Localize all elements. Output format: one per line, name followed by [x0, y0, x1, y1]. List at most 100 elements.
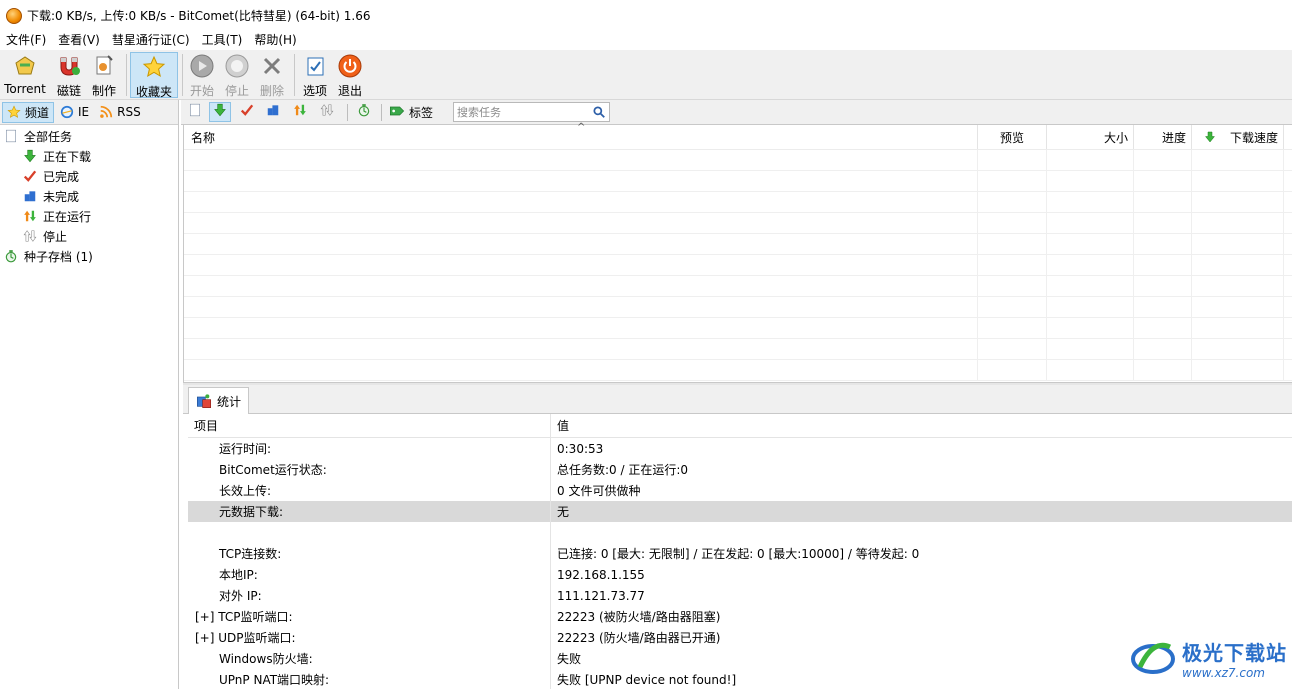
stat-key-expandable[interactable]: [+] TCP监听端口: — [188, 606, 551, 627]
stat-key: 本地IP: — [188, 564, 551, 585]
tree-item-all-tasks[interactable]: 全部任务 — [0, 126, 178, 146]
tag-label: 标签 — [409, 105, 434, 120]
header-value[interactable]: 值 — [551, 414, 569, 437]
filter-completed-button[interactable] — [236, 102, 258, 122]
incomplete-icon — [23, 189, 37, 203]
menu-passport[interactable]: 彗星通行证(C) — [106, 31, 196, 50]
search-icon[interactable] — [592, 105, 606, 119]
filter-downloading-button[interactable] — [209, 102, 231, 122]
delete-button[interactable]: 删除 — [257, 52, 287, 98]
options-button[interactable]: 选项 — [300, 52, 330, 98]
stop-button[interactable]: 停止 — [222, 52, 252, 98]
checkmark-icon — [240, 103, 254, 121]
tag-button[interactable]: 标签 — [389, 102, 433, 122]
empty-row — [184, 339, 1292, 360]
incomplete-icon — [266, 103, 280, 121]
torrent-archive-icon — [4, 249, 18, 263]
tab-rss[interactable]: RSS — [95, 102, 145, 123]
tree-item-running[interactable]: 正在运行 — [0, 206, 178, 226]
ie-icon — [60, 105, 74, 119]
make-torrent-button[interactable]: 制作 — [89, 52, 119, 98]
column-preview[interactable]: 预览 — [978, 125, 1047, 149]
stat-value: 192.168.1.155 — [557, 567, 645, 582]
stat-value: 22223 (被防火墙/路由器阻塞) — [557, 610, 721, 624]
tree-item-incomplete[interactable]: 未完成 — [0, 186, 178, 206]
header-item[interactable]: 项目 — [188, 414, 551, 437]
stat-row-external-ip[interactable]: 对外 IP: 111.121.73.77 — [188, 585, 1292, 606]
start-button[interactable]: 开始 — [187, 52, 217, 98]
statistics-header: 项目 值 — [188, 414, 1292, 438]
checkmark-icon — [23, 169, 37, 183]
stat-row-status[interactable]: BitComet运行状态: 总任务数:0 / 正在运行:0 — [188, 459, 1292, 480]
filter-running-button[interactable] — [289, 102, 311, 122]
menu-file[interactable]: 文件(F) — [0, 31, 52, 50]
title-bar: 下载:0 KB/s, 上传:0 KB/s - BitComet(比特彗星) (6… — [0, 0, 1292, 31]
stat-row-udp-port[interactable]: [+] UDP监听端口: 22223 (防火墙/路由器已开通) — [188, 627, 1292, 648]
stat-row-long-seeding[interactable]: 长效上传: 0 文件可供做种 — [188, 480, 1292, 501]
tree-item-torrent-archive[interactable]: 种子存档 (1) — [0, 246, 178, 266]
window-title: 下载:0 KB/s, 上传:0 KB/s - BitComet(比特彗星) (6… — [27, 9, 371, 23]
stat-key: 长效上传: — [188, 480, 551, 501]
stat-row-upnp[interactable]: UPnP NAT端口映射: 失败 [UPNP device not found!… — [188, 669, 1292, 689]
empty-row — [184, 318, 1292, 339]
column-download-speed[interactable]: 下载速度 — [1192, 125, 1284, 149]
download-arrow-icon — [213, 103, 227, 121]
tree-label: 正在运行 — [43, 209, 92, 224]
torrent-button[interactable]: Torrent — [2, 52, 48, 98]
rss-icon — [99, 105, 113, 119]
menu-help[interactable]: 帮助(H) — [248, 31, 302, 50]
column-size[interactable]: 大小 — [1047, 125, 1134, 149]
watermark-text: 极光下载站 www.xz7.com — [1182, 637, 1287, 680]
stat-row-tcp-port[interactable]: [+] TCP监听端口: 22223 (被防火墙/路由器阻塞) — [188, 606, 1292, 627]
column-progress[interactable]: 进度 — [1134, 125, 1192, 149]
torrent-label: Torrent — [4, 82, 46, 96]
tree-item-stopped[interactable]: 停止 — [0, 226, 178, 246]
stat-row-local-ip[interactable]: 本地IP: 192.168.1.155 — [188, 564, 1292, 585]
filter-stopped-button[interactable] — [316, 102, 338, 122]
menu-view[interactable]: 查看(V) — [52, 31, 106, 50]
watermark: 极光下载站 www.xz7.com — [1130, 630, 1288, 686]
empty-row — [184, 297, 1292, 318]
menu-bar: 文件(F) 查看(V) 彗星通行证(C) 工具(T) 帮助(H) — [0, 31, 1292, 50]
stat-key-expandable[interactable]: [+] UDP监听端口: — [188, 627, 551, 648]
stat-row-uptime[interactable]: 运行时间: 0:30:53 — [188, 438, 1292, 459]
filter-all-button[interactable] — [184, 102, 206, 122]
stat-row-windows-firewall[interactable]: Windows防火墙: 失败 — [188, 648, 1292, 669]
sidebar: 频道 IE RSS 全部任务 正在下载 已完成 未完成 正在运行 停止 种子存档… — [0, 100, 179, 689]
empty-row — [184, 150, 1292, 171]
magnet-button[interactable]: 磁链 — [54, 52, 84, 98]
stat-row-metadata[interactable]: 元数据下载: 无 — [188, 501, 1292, 522]
stat-value: 111.121.73.77 — [557, 588, 645, 603]
power-icon — [338, 54, 362, 78]
tab-channel[interactable]: 频道 — [2, 101, 55, 123]
menu-tools[interactable]: 工具(T) — [196, 31, 249, 50]
empty-row — [184, 276, 1292, 297]
statistics-table: 项目 值 运行时间: 0:30:53 BitComet运行状态: 总任务数:0 … — [188, 414, 1292, 689]
make-torrent-icon — [92, 54, 116, 78]
favorites-button[interactable]: 收藏夹 — [130, 52, 178, 99]
filter-archive-button[interactable] — [353, 102, 375, 122]
empty-row — [184, 171, 1292, 192]
empty-row — [184, 360, 1292, 381]
stat-row-tcp-connections[interactable]: TCP连接数: 已连接: 0 [最大: 无限制] / 正在发起: 0 [最大:1… — [188, 543, 1292, 564]
tree-label: 停止 — [43, 229, 68, 244]
filter-incomplete-button[interactable] — [262, 102, 284, 122]
tree-label: 种子存档 (1) — [24, 249, 93, 264]
tree-item-completed[interactable]: 已完成 — [0, 166, 178, 186]
empty-row — [184, 213, 1292, 234]
stat-value: 已连接: 0 [最大: 无限制] / 正在发起: 0 [最大:10000] / … — [557, 547, 920, 561]
search-input[interactable] — [454, 103, 584, 121]
tab-statistics[interactable]: 统计 — [188, 387, 250, 414]
options-icon — [303, 54, 327, 78]
tab-ie[interactable]: IE — [56, 102, 93, 123]
task-list-body — [184, 150, 1292, 381]
toolbar-separator — [126, 54, 127, 96]
running-icon — [23, 209, 37, 223]
tab-channel-label: 频道 — [25, 105, 50, 120]
exit-button[interactable]: 退出 — [335, 52, 365, 98]
stat-key: UPnP NAT端口映射: — [188, 669, 551, 689]
tree-label: 已完成 — [43, 169, 80, 184]
tree-item-downloading[interactable]: 正在下载 — [0, 146, 178, 166]
stat-key: Windows防火墙: — [188, 648, 551, 669]
empty-row — [184, 234, 1292, 255]
